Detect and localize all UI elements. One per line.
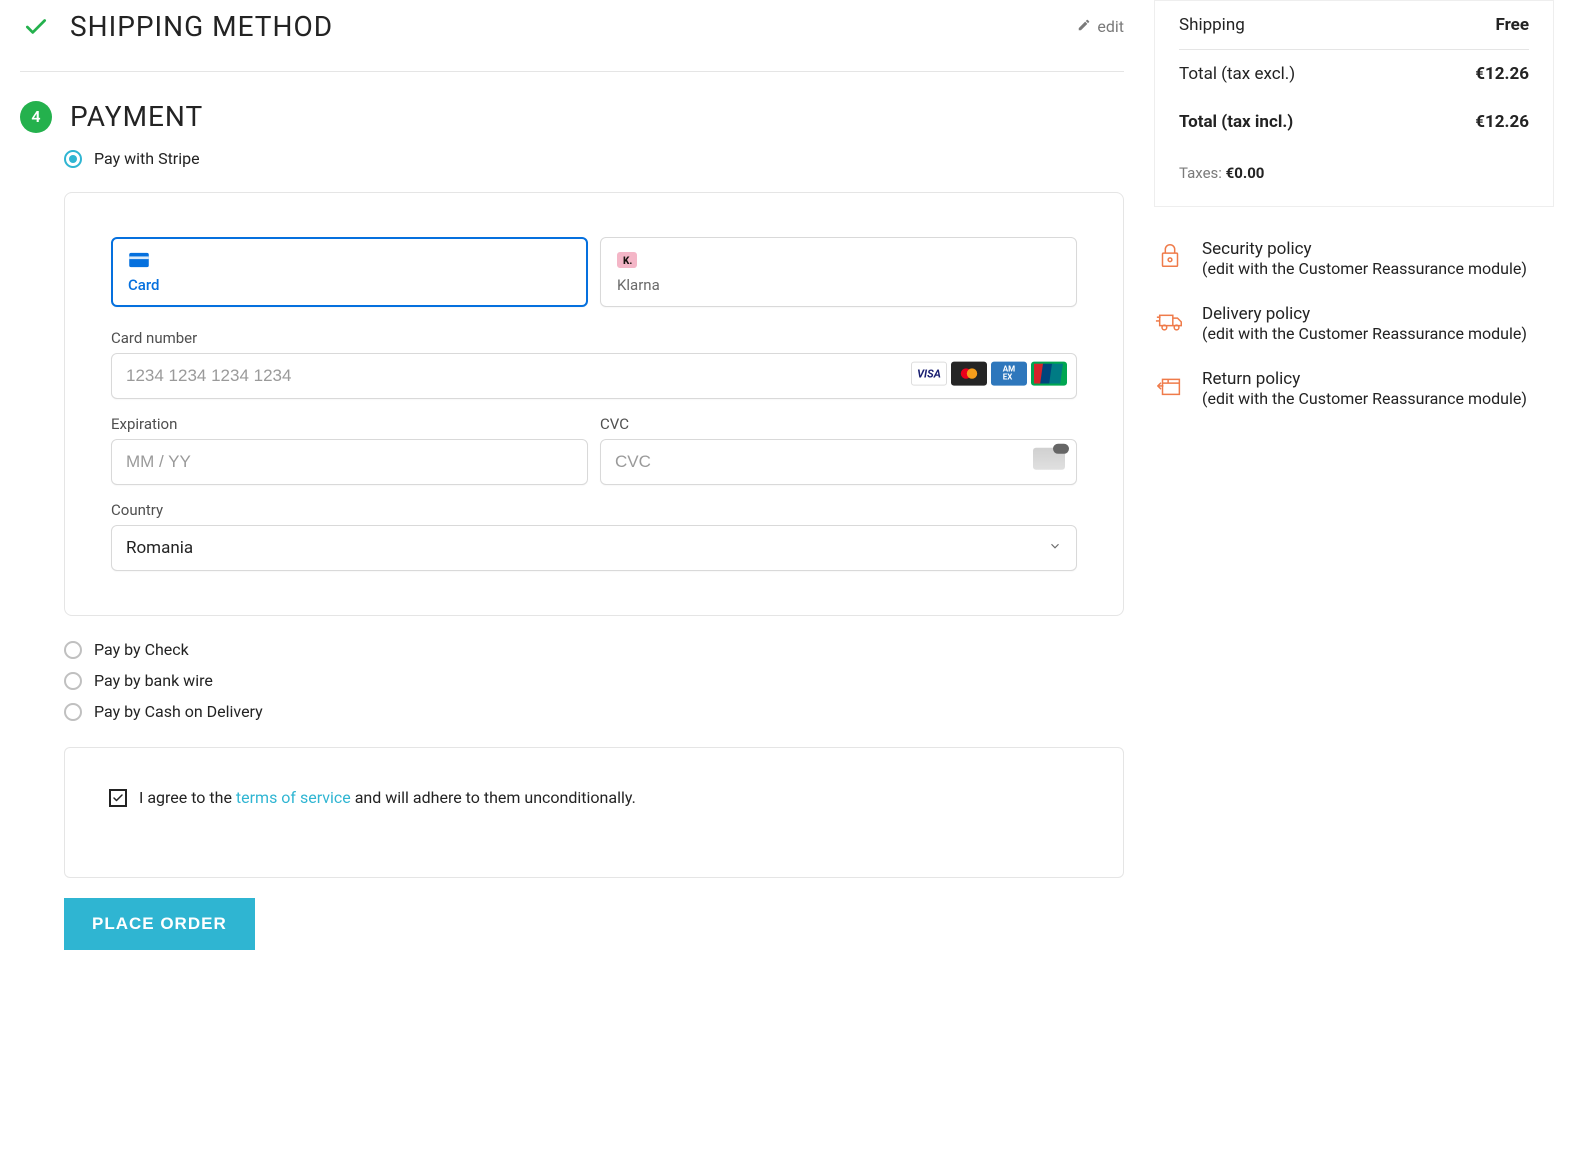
reassurance-block: Security policy (edit with the Customer … — [1154, 207, 1554, 450]
country-value: Romania — [126, 538, 193, 558]
reassure-title: Return policy — [1202, 369, 1527, 389]
lock-icon — [1154, 239, 1186, 271]
payment-option-bankwire[interactable]: Pay by bank wire — [64, 665, 1124, 696]
place-order-button[interactable]: PLACE ORDER — [64, 898, 255, 950]
payment-option-cod[interactable]: Pay by Cash on Delivery — [64, 696, 1124, 727]
reassure-title: Security policy — [1202, 239, 1527, 259]
cvc-hint-icon — [1033, 448, 1065, 470]
country-label: Country — [111, 501, 1077, 519]
expiration-label: Expiration — [111, 415, 588, 433]
terms-checkbox[interactable] — [109, 789, 127, 807]
reassure-return: Return policy (edit with the Customer Re… — [1154, 361, 1554, 426]
card-brand-icons: VISA AMEX — [911, 362, 1067, 386]
check-icon — [20, 11, 52, 43]
total-incl-value: €12.26 — [1475, 112, 1529, 132]
terms-box: I agree to the terms of service and will… — [64, 747, 1124, 878]
radio-icon — [64, 641, 82, 659]
payment-option-label: Pay by bank wire — [94, 671, 213, 690]
payment-option-label: Pay by Cash on Delivery — [94, 702, 263, 721]
cvc-input[interactable] — [600, 439, 1077, 485]
terms-text: I agree to the terms of service and will… — [139, 788, 636, 807]
payment-option-stripe[interactable]: Pay with Stripe — [64, 143, 1124, 174]
pencil-icon — [1077, 17, 1091, 36]
tab-card-label: Card — [128, 276, 571, 294]
terms-of-service-link[interactable]: terms of service — [236, 788, 351, 807]
tab-klarna[interactable]: K. Klarna — [600, 237, 1077, 307]
order-summary: Shipping Free Total (tax excl.) €12.26 T… — [1154, 0, 1554, 207]
reassure-sub: (edit with the Customer Reassurance modu… — [1202, 389, 1527, 408]
reassure-security: Security policy (edit with the Customer … — [1154, 231, 1554, 296]
shipping-title: SHIPPING METHOD — [70, 10, 333, 43]
step-badge: 4 — [20, 101, 52, 133]
reassure-title: Delivery policy — [1202, 304, 1527, 324]
field-expiration: Expiration — [111, 415, 588, 485]
reassure-delivery: Delivery policy (edit with the Customer … — [1154, 296, 1554, 361]
expiration-input[interactable] — [111, 439, 588, 485]
total-incl-label: Total (tax incl.) — [1179, 112, 1293, 132]
reassure-sub: (edit with the Customer Reassurance modu… — [1202, 324, 1527, 343]
tab-klarna-label: Klarna — [617, 276, 1060, 294]
field-cvc: CVC — [600, 415, 1077, 485]
shipping-value: Free — [1495, 15, 1529, 35]
edit-label: edit — [1097, 17, 1124, 36]
payment-section: 4 PAYMENT Pay with Stripe Card — [20, 71, 1124, 968]
payment-option-label: Pay by Check — [94, 640, 189, 659]
payment-option-label: Pay with Stripe — [94, 149, 200, 168]
edit-shipping-link[interactable]: edit — [1077, 17, 1124, 36]
return-box-icon — [1154, 369, 1186, 401]
visa-icon: VISA — [911, 362, 947, 386]
card-icon — [128, 252, 571, 270]
tab-card[interactable]: Card — [111, 237, 588, 307]
klarna-icon: K. — [617, 252, 1060, 270]
taxes-label: Taxes: — [1179, 164, 1226, 182]
radio-icon — [64, 150, 82, 168]
stripe-card-panel: Card K. Klarna Card number — [64, 192, 1124, 616]
mastercard-icon — [951, 362, 987, 386]
country-select[interactable]: Romania — [111, 525, 1077, 571]
reassure-sub: (edit with the Customer Reassurance modu… — [1202, 259, 1527, 278]
svg-text:K.: K. — [623, 256, 632, 267]
total-excl-value: €12.26 — [1475, 64, 1529, 84]
radio-icon — [64, 703, 82, 721]
unionpay-icon — [1031, 362, 1067, 386]
field-country: Country Romania — [111, 501, 1077, 571]
chevron-down-icon — [1048, 538, 1062, 558]
payment-title: PAYMENT — [70, 100, 203, 133]
shipping-label: Shipping — [1179, 15, 1245, 35]
amex-icon: AMEX — [991, 362, 1027, 386]
payment-option-check[interactable]: Pay by Check — [64, 634, 1124, 665]
field-card-number: Card number VISA AMEX — [111, 329, 1077, 399]
truck-icon — [1154, 304, 1186, 336]
taxes-value: €0.00 — [1226, 164, 1265, 182]
shipping-method-section: SHIPPING METHOD edit — [20, 0, 1124, 71]
cvc-label: CVC — [600, 415, 1077, 433]
radio-icon — [64, 672, 82, 690]
total-excl-label: Total (tax excl.) — [1179, 64, 1295, 84]
card-number-label: Card number — [111, 329, 1077, 347]
